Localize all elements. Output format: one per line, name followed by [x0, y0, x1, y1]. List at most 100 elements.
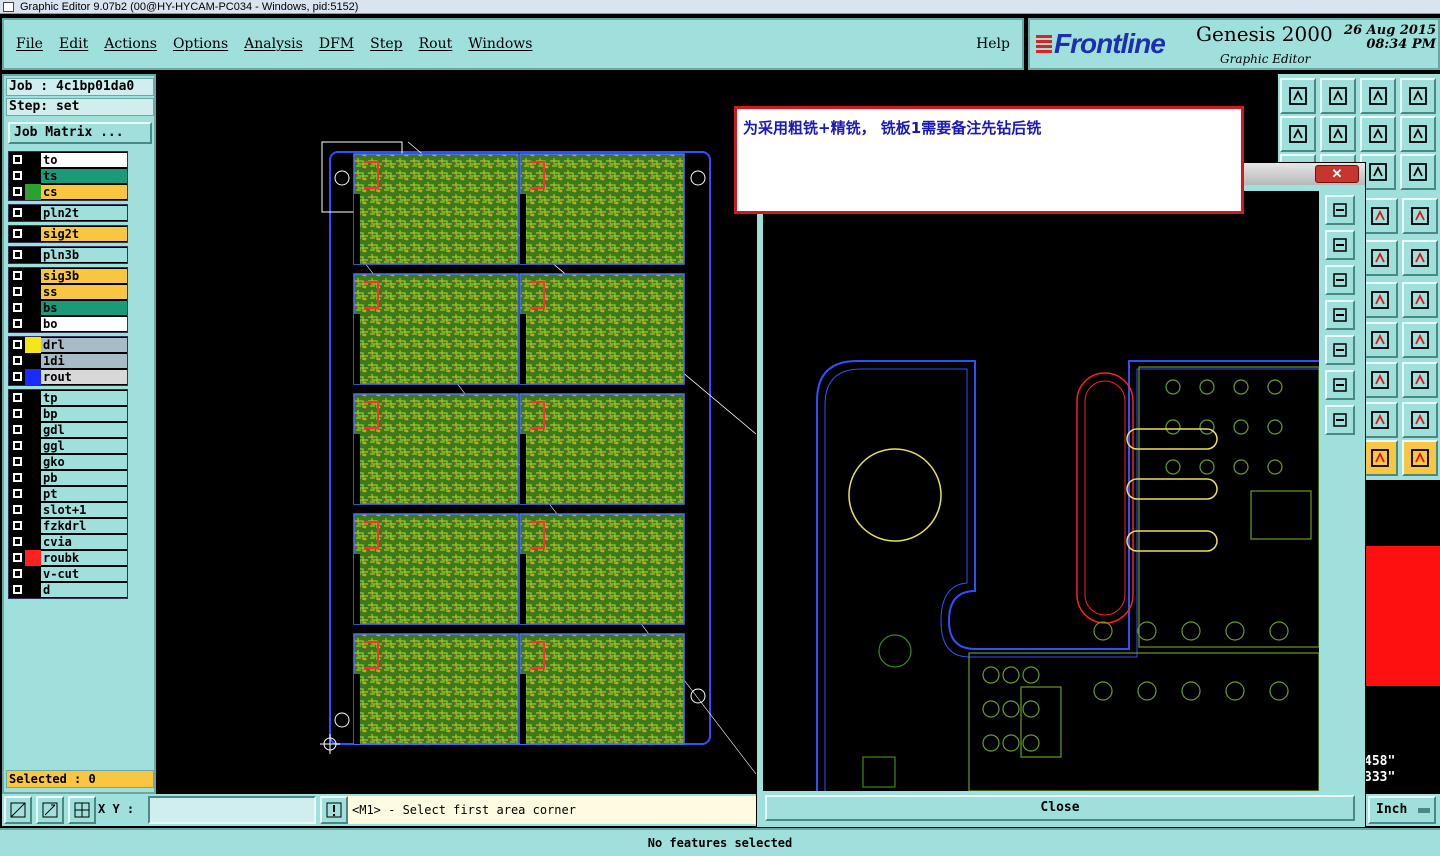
layer-color-swatch[interactable] [25, 246, 41, 263]
edit-right-icon[interactable] [1402, 402, 1438, 438]
layer-color-swatch[interactable] [25, 183, 41, 200]
zoom-in-icon[interactable] [1325, 370, 1355, 400]
alert-icon[interactable] [320, 796, 348, 824]
zoom-area-icon[interactable] [4, 796, 32, 824]
move-up-icon[interactable] [1280, 78, 1316, 114]
layer-color-swatch[interactable] [25, 299, 41, 316]
layer-color-swatch[interactable] [25, 225, 41, 242]
layer-row-bp[interactable]: bp [9, 405, 127, 422]
layer-checkbox[interactable] [9, 437, 25, 454]
layer-color-swatch[interactable] [25, 517, 41, 534]
net-highlight-icon[interactable] [1402, 198, 1438, 234]
layer-row-sig2t[interactable]: sig2t [9, 225, 127, 242]
layer-row-tp[interactable]: tp [9, 389, 127, 406]
pan-left-icon[interactable] [1280, 116, 1316, 152]
layer-row-roubk[interactable]: roubk [9, 549, 127, 566]
zoom-out-icon[interactable] [1325, 405, 1355, 435]
home-icon[interactable] [1360, 78, 1396, 114]
layer-checkbox[interactable] [9, 549, 25, 566]
menu-step[interactable]: Step [370, 36, 402, 52]
menu-analysis[interactable]: Analysis [244, 36, 303, 52]
close-button[interactable]: Close [765, 795, 1355, 821]
layer-row-ggl[interactable]: ggl [9, 437, 127, 454]
layer-checkbox[interactable] [9, 581, 25, 598]
units-select[interactable]: Inch [1368, 796, 1436, 824]
layer-row-gdl[interactable]: gdl [9, 421, 127, 438]
menu-edit[interactable]: Edit [59, 36, 88, 52]
layer-color-swatch[interactable] [25, 453, 41, 470]
layer-row-bs[interactable]: bs [9, 299, 127, 316]
layer-checkbox[interactable] [9, 246, 25, 263]
xy-input[interactable] [148, 796, 316, 824]
layer-color-swatch[interactable] [25, 549, 41, 566]
layer-color-swatch[interactable] [25, 565, 41, 582]
layer-row-ss[interactable]: ss [9, 283, 127, 300]
layer-color-swatch[interactable] [25, 204, 41, 221]
layer-checkbox[interactable] [9, 405, 25, 422]
layer-checkbox[interactable] [9, 336, 25, 353]
layer-checkbox[interactable] [9, 167, 25, 184]
layer-color-swatch[interactable] [25, 437, 41, 454]
layer-color-swatch[interactable] [25, 315, 41, 332]
layer-checkbox[interactable] [9, 267, 25, 284]
layer-checkbox[interactable] [9, 517, 25, 534]
layer-color-swatch[interactable] [25, 421, 41, 438]
mirror-icon[interactable] [1360, 116, 1396, 152]
layer-row-fzkdrl[interactable]: fzkdrl [9, 517, 127, 534]
layer-color-swatch[interactable] [25, 352, 41, 369]
select-icon[interactable] [1362, 440, 1398, 476]
measure-between-icon[interactable] [1362, 362, 1398, 398]
layer-checkbox[interactable] [9, 485, 25, 502]
page-down-icon[interactable] [1325, 265, 1355, 295]
layer-checkbox[interactable] [9, 501, 25, 518]
menu-help[interactable]: Help [976, 36, 1010, 52]
edit-left-icon[interactable] [1362, 402, 1398, 438]
layer-checkbox[interactable] [9, 389, 25, 406]
ruler-icon[interactable] [1362, 240, 1398, 276]
window-close-icon[interactable]: ✕ [1315, 165, 1359, 183]
layer-row-cs[interactable]: cs [9, 183, 127, 200]
layer-row-drl[interactable]: drl [9, 336, 127, 353]
layer-checkbox[interactable] [9, 453, 25, 470]
pan-right-icon[interactable] [1320, 116, 1356, 152]
shape-icon[interactable] [1402, 362, 1438, 398]
job-matrix-button[interactable]: Job Matrix ... [8, 122, 152, 144]
layer-row-v-cut[interactable]: v-cut [9, 565, 127, 582]
layer-color-swatch[interactable] [25, 533, 41, 550]
layer-checkbox[interactable] [9, 421, 25, 438]
snap-grid-icon[interactable] [68, 796, 96, 824]
layer-row-bo[interactable]: bo [9, 315, 127, 332]
layer-color-swatch[interactable] [25, 267, 41, 284]
layer-row-ts[interactable]: ts [9, 167, 127, 184]
menu-options[interactable]: Options [173, 36, 228, 52]
layer-row-1di[interactable]: 1di [9, 352, 127, 369]
layer-checkbox[interactable] [9, 204, 25, 221]
layer-row-gko[interactable]: gko [9, 453, 127, 470]
layer-checkbox[interactable] [9, 183, 25, 200]
layer-checkbox[interactable] [9, 352, 25, 369]
layer-checkbox[interactable] [9, 368, 25, 385]
flip-icon[interactable] [1402, 322, 1438, 358]
layer-checkbox[interactable] [9, 533, 25, 550]
layer-color-swatch[interactable] [25, 501, 41, 518]
zoom-window-icon[interactable] [1400, 78, 1436, 114]
layer-checkbox[interactable] [9, 469, 25, 486]
menu-dfm[interactable]: DFM [319, 36, 354, 52]
zoom-fit-icon[interactable] [1325, 195, 1355, 225]
graphic-canvas[interactable] [158, 74, 756, 792]
pan-left-icon[interactable] [1325, 300, 1355, 330]
layer-row-to[interactable]: to [9, 151, 127, 168]
layer-row-cvia[interactable]: cvia [9, 533, 127, 550]
layer-row-pb[interactable]: pb [9, 469, 127, 486]
layer-checkbox[interactable] [9, 225, 25, 242]
line-right-icon[interactable] [1402, 282, 1438, 318]
layer-checkbox[interactable] [9, 151, 25, 168]
layer-row-slot+1[interactable]: slot+1 [9, 501, 127, 518]
layer-color-swatch[interactable] [25, 368, 41, 385]
layer-color-swatch[interactable] [25, 581, 41, 598]
move-down-icon[interactable] [1320, 78, 1356, 114]
layer-checkbox[interactable] [9, 283, 25, 300]
layer-color-swatch[interactable] [25, 151, 41, 168]
pan-right-icon[interactable] [1325, 335, 1355, 365]
menu-windows[interactable]: Windows [468, 36, 532, 52]
